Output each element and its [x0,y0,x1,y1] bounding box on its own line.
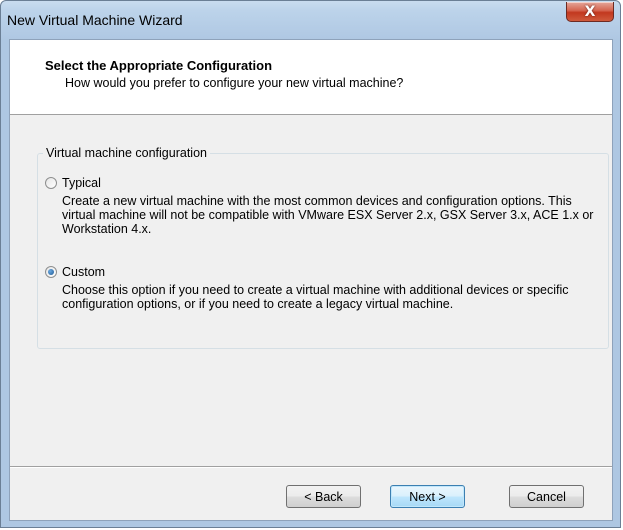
window-title: New Virtual Machine Wizard [7,12,183,28]
next-button[interactable]: Next > [390,485,465,508]
page-title: Select the Appropriate Configuration [45,58,273,73]
group-legend: Virtual machine configuration [43,146,210,160]
close-icon: X [584,3,596,20]
wizard-header: Select the Appropriate Configuration How… [10,40,612,115]
dialog-client-area: Select the Appropriate Configuration How… [9,39,613,521]
back-button[interactable]: < Back [286,485,361,508]
vm-configuration-group: Virtual machine configuration Typical Cr… [37,146,609,349]
cancel-button[interactable]: Cancel [509,485,584,508]
typical-description: Create a new virtual machine with the mo… [62,194,594,236]
custom-description: Choose this option if you need to create… [62,283,569,311]
wizard-window: New Virtual Machine Wizard X Select the … [0,0,621,528]
footer-divider [10,466,612,468]
close-button[interactable]: X [566,2,614,22]
custom-label[interactable]: Custom [62,265,105,279]
typical-radio[interactable] [45,177,57,189]
page-subtitle: How would you prefer to configure your n… [65,76,404,90]
custom-radio[interactable] [45,266,57,278]
typical-label[interactable]: Typical [62,176,101,190]
title-bar[interactable]: New Virtual Machine Wizard X [1,1,620,39]
